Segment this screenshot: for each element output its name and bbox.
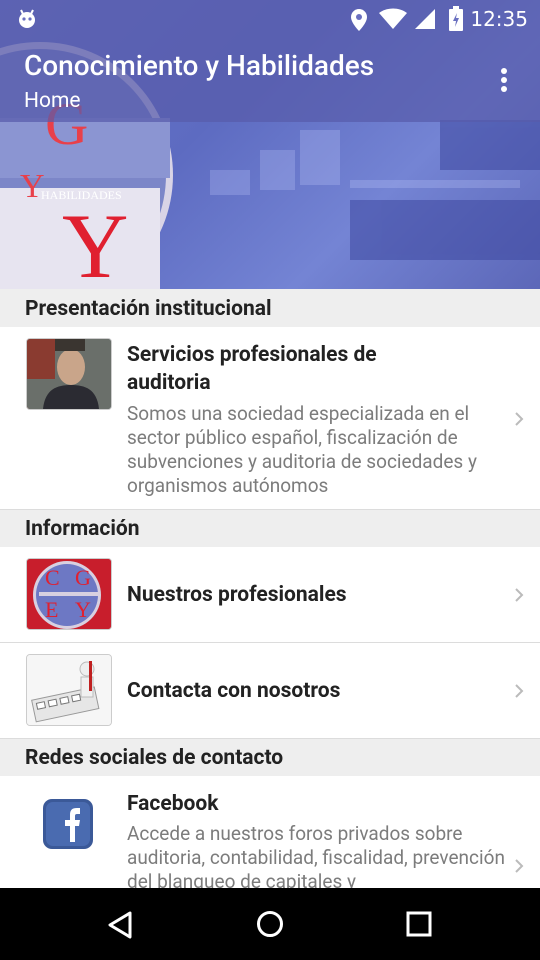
- list-item-facebook[interactable]: Facebook Accede a nuestros foros privado…: [0, 776, 540, 888]
- item-description: Accede a nuestros foros privados sobre a…: [127, 822, 505, 888]
- company-logo-thumbnail: C G E Y: [26, 558, 112, 630]
- location-icon: [351, 9, 367, 31]
- item-description: Somos una sociedad especializada en el s…: [127, 402, 477, 497]
- chevron-right-icon: [515, 588, 524, 602]
- profile-photo-thumbnail: [26, 338, 112, 410]
- wifi-icon: [379, 8, 407, 29]
- recents-icon[interactable]: [406, 911, 432, 937]
- clock: 12:35: [470, 7, 528, 31]
- logo-letter-g: G: [75, 565, 91, 590]
- list-item-servicios[interactable]: Servicios profesionales de auditoria Som…: [0, 327, 540, 510]
- logo-letter-y: Y: [75, 597, 91, 622]
- facebook-icon: [43, 799, 93, 849]
- signal-icon: [415, 9, 435, 29]
- contact-image-thumbnail: [26, 654, 112, 726]
- overflow-menu-icon[interactable]: [494, 66, 514, 96]
- page-subtitle: Home: [24, 89, 81, 113]
- item-title: Servicios profesionales de auditoria: [127, 343, 377, 395]
- battery-icon: [449, 6, 463, 31]
- app-title: Conocimiento y Habilidades: [24, 49, 375, 82]
- logo-letter-y: Y: [62, 195, 129, 289]
- chevron-right-icon: [515, 859, 524, 873]
- home-icon[interactable]: [256, 910, 284, 938]
- header-banner: G Y HABILIDADES Y Conocimiento y Habilid…: [0, 0, 540, 289]
- item-title: Facebook: [127, 792, 219, 816]
- logo-letter-c: C: [45, 565, 60, 590]
- list-item-profesionales[interactable]: C G E Y Nuestros profesionales: [0, 547, 540, 643]
- android-notification-icon: [19, 9, 35, 28]
- navigation-bar: [0, 888, 540, 960]
- list-item-contacta[interactable]: Contacta con nosotros: [0, 643, 540, 739]
- section-header-presentacion: Presentación institucional: [0, 289, 540, 327]
- item-title: Contacta con nosotros: [127, 679, 341, 703]
- logo-letter-e: E: [45, 597, 59, 622]
- section-header-redes: Redes sociales de contacto: [0, 739, 540, 776]
- status-bar: 12:35: [0, 0, 540, 38]
- item-title: Nuestros profesionales: [127, 583, 347, 607]
- section-header-informacion: Información: [0, 510, 540, 547]
- chevron-right-icon: [515, 684, 524, 698]
- back-icon[interactable]: [106, 910, 134, 940]
- chevron-right-icon: [515, 412, 524, 426]
